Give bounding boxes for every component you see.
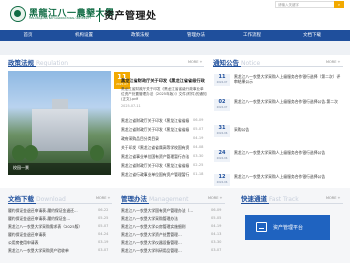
- nav-item-organization[interactable]: 机构设置: [62, 30, 106, 41]
- management-list-item[interactable]: 黑龙江八一农垦大学科研用品管理…: [121, 248, 201, 254]
- site-name: 资产管理处: [104, 11, 157, 22]
- regulation-list-item[interactable]: 黑龙江省财政厅关于印发《黑龙江省省级行政事业…: [121, 127, 189, 133]
- notice-date-badge: 11 2024-07: [214, 74, 230, 86]
- notice-ym: 2024-07: [216, 81, 228, 84]
- divider-accent: [213, 65, 241, 67]
- nav-item-downloads[interactable]: 文档下载: [290, 30, 334, 41]
- logo-divider: [99, 8, 100, 22]
- asset-platform-button[interactable]: 资产管理平台: [245, 215, 330, 240]
- nav-item-management[interactable]: 管理办法: [174, 30, 218, 41]
- divider-accent: [121, 202, 149, 204]
- university-logo-icon[interactable]: [10, 6, 26, 22]
- notice-date-badge: 02 2024-07: [214, 99, 230, 111]
- download-list-date: 05-07: [98, 224, 109, 228]
- regulation-list-item[interactable]: 黑龙江省财政厅关于印发《黑龙江省省级行政事业…: [121, 163, 189, 169]
- notice-ym: 2024-06: [216, 157, 228, 160]
- notice-more-link[interactable]: MORE +: [326, 60, 340, 64]
- notice-ym: 2024-06: [216, 132, 228, 135]
- divider-accent: [8, 202, 36, 204]
- regulation-list-item[interactable]: 关于印发《黑龙江省省属高等学校国有资产管理…: [121, 145, 189, 151]
- nav-item-home[interactable]: 首页: [6, 30, 50, 41]
- regulation-list-date: 04-08: [193, 145, 204, 149]
- featured-title[interactable]: 黑龙江省财政厅关于印发《黑龙江省省级行政事业单位…: [121, 78, 205, 84]
- header: 黑龍江八一農墾大學 HEILONGJIANG BAYI AGRICULTURAL…: [0, 0, 350, 30]
- notice-ym: 2024-07: [216, 106, 228, 109]
- main-nav: 首页 机构设置 政策法规 管理办法 工作流程 文档下载: [0, 30, 350, 41]
- divider-accent: [241, 202, 269, 204]
- regulation-list-item[interactable]: 黑龙江省财政厅关于印发《黑龙江省省级行政事业…: [121, 118, 189, 124]
- regulation-list-date: 05-07: [193, 127, 204, 131]
- search-input[interactable]: 请输入关键字: [275, 1, 335, 8]
- notice-day: 02: [218, 99, 226, 105]
- management-list-item[interactable]: 黑龙江八一农垦大学采购管理办法: [121, 216, 201, 222]
- nav-item-workflow[interactable]: 工作流程: [230, 30, 274, 41]
- management-list-date: 03-30: [211, 240, 222, 244]
- regulation-more-link[interactable]: MORE +: [188, 60, 202, 64]
- management-list-item[interactable]: 黑龙江八一农垦大学资产处置管理…: [121, 232, 201, 238]
- download-list-item[interactable]: 黑龙江八一农垦大学采购资产验收单: [8, 248, 88, 254]
- management-list-item[interactable]: 黑龙江八一农垦大学国有资产管理办法（…: [121, 208, 201, 214]
- regulation-list-item[interactable]: 黑龙江省事业单位国有资产管理暂行办法: [121, 154, 189, 160]
- regulation-list-date: 02-25: [193, 163, 204, 167]
- download-list-item[interactable]: 公用房使用申请表: [8, 240, 88, 246]
- search-icon[interactable]: ⌕: [334, 1, 344, 8]
- download-list-date: 05-25: [98, 216, 109, 220]
- notice-date-badge: 24 2024-06: [214, 150, 230, 162]
- management-list-date: 05-05: [211, 216, 222, 220]
- notice-ym: 2024-06: [216, 181, 228, 184]
- regulation-list-item[interactable]: 政府采购品目分类目录: [121, 136, 189, 142]
- featured-description: 黑龙江省财政厅关于印发《黑龙江省省级行政事业单位资产处置管理办法（2025年版）…: [121, 87, 207, 101]
- notice-item[interactable]: 黑龙江八一农垦大学采购人上级服务合作银行选择公告: [234, 150, 342, 155]
- notice-item[interactable]: 黑龙江八一农垦大学采购人上级服务合作银行选择公告: [234, 174, 342, 179]
- section-title-fast: 快速通道 Fast Track: [241, 193, 299, 203]
- section-title-management: 管理办法 Management: [121, 193, 189, 203]
- download-list-date: 03-19: [98, 240, 109, 244]
- management-list-date: 04-13: [211, 232, 222, 236]
- divider: [8, 66, 204, 67]
- featured-date: 2025-07-11: [121, 104, 141, 108]
- management-list-date: 03-07: [211, 248, 222, 252]
- notice-day: 12: [218, 174, 226, 180]
- notice-date-badge: 31 2024-06: [214, 125, 230, 137]
- notice-item[interactable]: 黑龙江八一农垦大学采购人上级服务合作银行选择公告-第二次: [234, 99, 342, 104]
- notice-date-badge: 12 2024-06: [214, 174, 230, 186]
- nav-item-regulations[interactable]: 政策法规: [118, 30, 162, 41]
- notice-day: 11: [218, 74, 226, 80]
- regulation-list-item[interactable]: 黑龙江省行政事业单位国有资产管理暂行办法: [121, 172, 189, 178]
- section-title-management-en: Management: [149, 196, 189, 203]
- section-title-download-en: Download: [36, 196, 66, 203]
- management-list-date: 04-19: [211, 224, 222, 228]
- logo-text-en: HEILONGJIANG BAYI AGRICULTURAL UNIVERSIT…: [29, 17, 92, 20]
- banner-strip: [0, 41, 350, 55]
- regulation-list-date: 04-19: [193, 136, 204, 140]
- section-title-fast-en: Fast Track: [269, 196, 299, 203]
- notice-item[interactable]: 黑龙江八一农垦大学采购人上级服务合作银行选择（第二次）评审结果公示: [234, 74, 342, 84]
- regulation-list-date: 03-30: [193, 154, 204, 158]
- fast-more-link[interactable]: MORE +: [326, 196, 340, 200]
- campus-photo[interactable]: 校园一景: [8, 71, 111, 175]
- management-more-link[interactable]: MORE +: [208, 196, 222, 200]
- download-list-item[interactable]: 履约保证金退还申请表: [8, 232, 88, 238]
- section-title-download: 文档下载 Download: [8, 193, 66, 203]
- monitor-icon: [256, 222, 267, 232]
- regulation-list-date: 06-09: [193, 118, 204, 122]
- management-list-date: 06-09: [211, 208, 222, 212]
- management-list-item[interactable]: 黑龙江八一农垦大学公房管理实施细则: [121, 224, 201, 230]
- download-list-date: 06-22: [98, 208, 109, 212]
- download-list-item[interactable]: 黑龙江八一农垦大学采购需求表（2025版）: [8, 224, 88, 230]
- photo-caption: 校园一景: [13, 165, 29, 170]
- regulation-list-date: 01-18: [193, 172, 204, 176]
- download-list-item[interactable]: 履约保证金退还申请表-履约保证金退还…: [8, 208, 88, 214]
- download-list-date: 04-24: [98, 232, 109, 236]
- divider-accent: [8, 65, 36, 67]
- notice-day: 31: [218, 125, 226, 131]
- notice-day: 24: [218, 150, 226, 156]
- download-list-date: 03-07: [98, 248, 109, 252]
- management-list-item[interactable]: 黑龙江八一农垦大学仪器设备管理…: [121, 240, 201, 246]
- asset-platform-label: 资产管理平台: [273, 225, 304, 231]
- download-more-link[interactable]: MORE +: [96, 196, 110, 200]
- download-list-item[interactable]: 履约保证金退还申请表-履约保证金…: [8, 216, 88, 222]
- notice-item[interactable]: 采购公告: [234, 127, 342, 132]
